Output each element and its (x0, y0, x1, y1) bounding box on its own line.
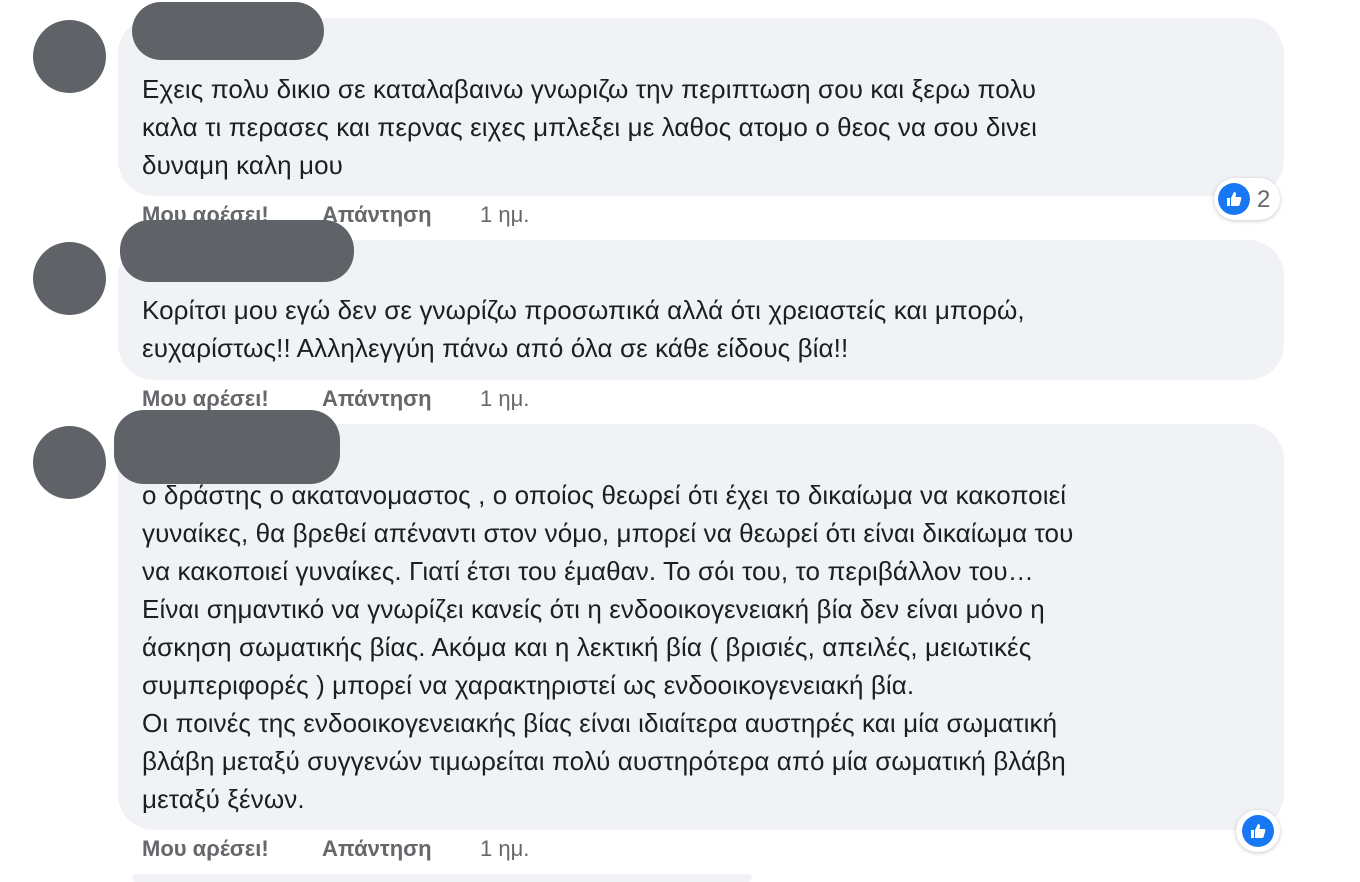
comment-text-line: συμπεριφορές ) μπορεί να χαρακτηριστεί ω… (142, 670, 915, 700)
like-button[interactable]: Μου αρέσει! (142, 386, 269, 412)
comment-text-line: δυναμη καλη μου (142, 150, 343, 180)
comment-text-line: Εχεις πολυ δικιο σε καταλαβαινω γνωριζω … (142, 74, 1037, 104)
comment-text-line: να κακοποιεί γυναίκες. Γιατί έτσι του έμ… (142, 556, 1034, 586)
comment-text-line: ο δράστης ο ακατανομαστος , ο οποίος θεω… (142, 480, 1067, 510)
comment-text-line: βλάβη μεταξύ συγγενών τιμωρείται πολύ αυ… (142, 746, 1066, 776)
comment-text-line: Κορίτσι μου εγώ δεν σε γνωρίζω προσωπικά… (142, 295, 1025, 325)
timestamp[interactable]: 1 ημ. (480, 202, 529, 228)
avatar[interactable] (33, 426, 106, 499)
reaction-count: 2 (1257, 186, 1271, 213)
comment-text-line: μεταξύ ξένων. (142, 784, 305, 814)
comment-text-line: Είναι σημαντικό να γνωρίζει κανείς ότι η… (142, 594, 1045, 624)
comment-text-line: ευχαρίστως!! Αλληλεγγύη πάνω από όλα σε … (142, 333, 849, 363)
next-comment-edge (132, 874, 752, 882)
avatar[interactable] (33, 242, 106, 315)
thumbs-up-icon (1242, 815, 1274, 847)
redacted-author-name (114, 410, 340, 484)
comment-text-line: Οι ποινές της ενδοοικογενειακής βίας είν… (142, 708, 1058, 738)
reply-button[interactable]: Απάντηση (322, 836, 432, 862)
timestamp[interactable]: 1 ημ. (480, 836, 529, 862)
like-button[interactable]: Μου αρέσει! (142, 836, 269, 862)
thumbs-up-icon (1218, 183, 1250, 215)
timestamp[interactable]: 1 ημ. (480, 386, 529, 412)
comment-text-line: γυναίκες, θα βρεθεί απέναντι στον νόμο, … (142, 518, 1074, 548)
comment-text-line: άσκηση σωματικής βίας. Ακόμα και η λεκτι… (142, 632, 1032, 662)
avatar[interactable] (33, 20, 106, 93)
comment-text-line: καλα τι περασες και περνας ειχες μπλεξει… (142, 112, 1037, 142)
redacted-author-name (120, 220, 354, 282)
reply-button[interactable]: Απάντηση (322, 386, 432, 412)
redacted-author-name (132, 2, 324, 60)
